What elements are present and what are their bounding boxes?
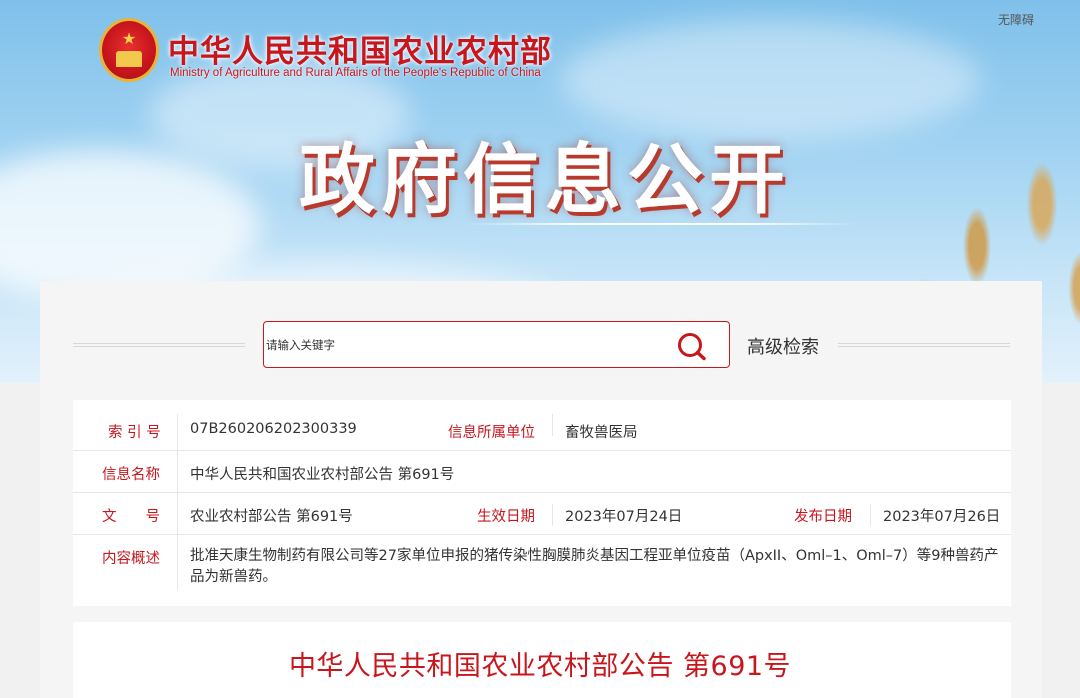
ministry-name-cn[interactable]: 中华人民共和国农业农村部 <box>168 26 552 71</box>
owner-unit-value: 畜牧兽医局 <box>565 425 638 441</box>
owner-unit-label: 信息所属单位 <box>448 425 535 441</box>
info-table: 索 引 号 07B260206202300339 信息所属单位 畜牧兽医局 信息… <box>73 400 1011 606</box>
tiananmen-icon <box>116 51 142 67</box>
row-divider <box>73 534 1011 535</box>
ministry-name-en[interactable]: Ministry of Agriculture and Rural Affair… <box>170 67 541 79</box>
index-number-label: 索 引 号 <box>108 425 161 441</box>
search-icon[interactable] <box>674 330 710 362</box>
info-name-label: 信息名称 <box>102 467 160 483</box>
publish-date-label: 发布日期 <box>794 509 852 525</box>
search-divider-right <box>838 343 1010 347</box>
star-icon: ★ <box>121 29 137 48</box>
info-name-value: 中华人民共和国农业农村部公告 第691号 <box>190 467 455 483</box>
summary-label: 内容概述 <box>102 551 160 567</box>
accessibility-link[interactable]: 无障碍 <box>998 11 1034 28</box>
effective-date-value: 2023年07月24日 <box>565 509 683 525</box>
column-divider <box>552 414 553 436</box>
column-divider <box>870 504 871 526</box>
summary-value: 批准天康生物制药有限公司等27家单位申报的猪传染性胸膜肺炎基因工程亚单位疫苗（A… <box>190 548 999 585</box>
doc-number-label: 文 号 <box>102 509 160 525</box>
national-emblem-logo[interactable]: ★ <box>99 18 159 82</box>
column-divider <box>552 504 553 526</box>
effective-date-label: 生效日期 <box>477 509 535 525</box>
advanced-search-link[interactable]: 高级检索 <box>747 333 819 359</box>
search-input[interactable] <box>266 334 646 356</box>
publish-date-value: 2023年07月26日 <box>883 509 1001 525</box>
page-heading: 政府信息公开 <box>299 135 791 224</box>
row-divider <box>73 492 1011 493</box>
search-divider-left <box>73 343 245 347</box>
article-title: 中华人民共和国农业农村部公告 第691号 <box>288 651 792 682</box>
doc-number-value: 农业农村部公告 第691号 <box>190 509 353 525</box>
row-divider <box>73 450 1011 451</box>
column-divider <box>177 414 178 590</box>
search-box[interactable] <box>263 321 730 368</box>
index-number-value: 07B260206202300339 <box>190 421 357 437</box>
heading-underline <box>466 223 858 225</box>
